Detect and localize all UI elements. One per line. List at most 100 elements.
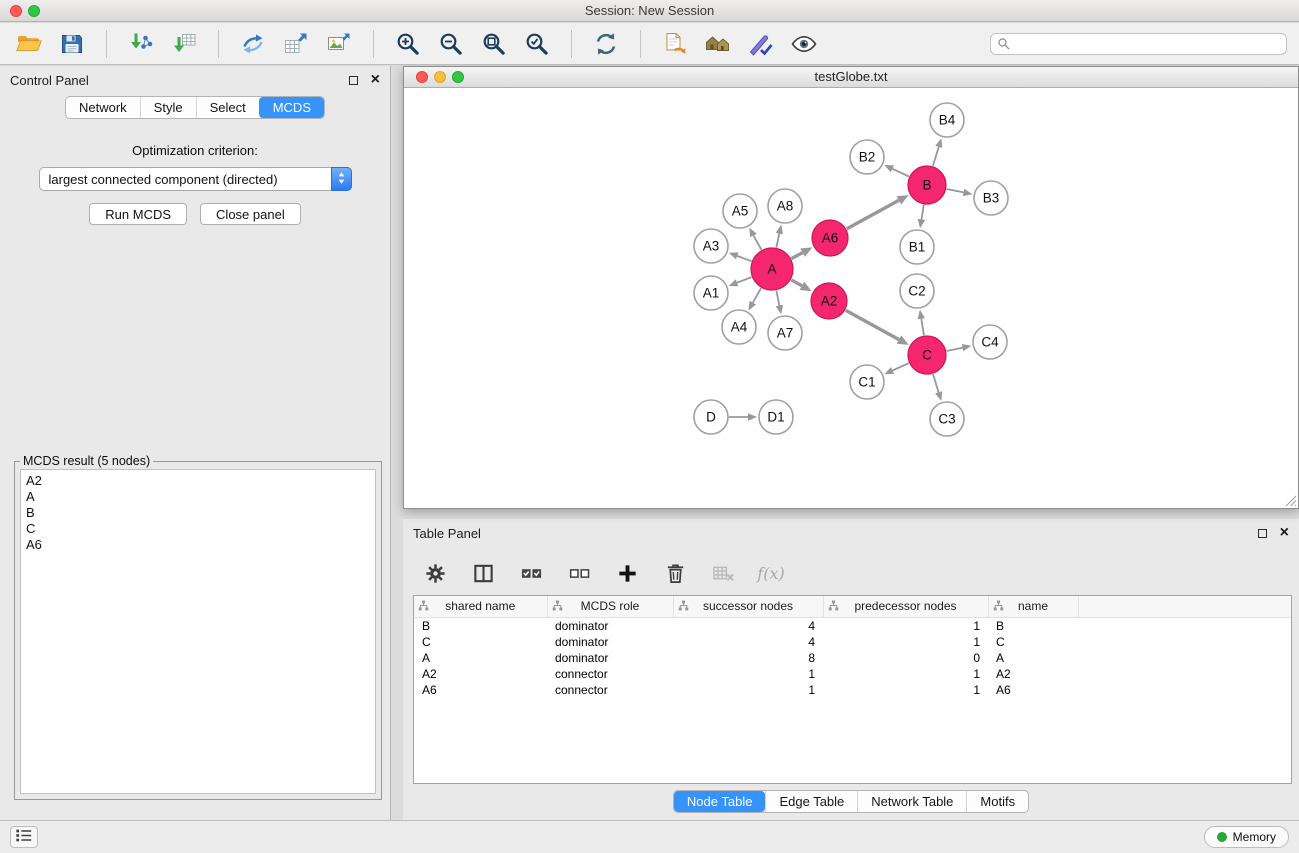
node-A4[interactable]: A4 (722, 310, 756, 344)
cell-name[interactable]: C (988, 634, 1078, 650)
search-input[interactable] (1015, 36, 1280, 51)
node-C[interactable]: C (908, 336, 946, 374)
edge-A-A5[interactable] (749, 228, 761, 250)
node-B1[interactable]: B1 (900, 230, 934, 264)
task-history-button[interactable] (10, 826, 38, 848)
tab-style[interactable]: Style (140, 97, 196, 118)
edge-B-B1[interactable] (918, 205, 925, 229)
network-window-titlebar[interactable]: testGlobe.txt (404, 67, 1298, 88)
column-header-mcds-role[interactable]: MCDS role (547, 596, 673, 617)
edge-C-C3[interactable] (933, 374, 942, 401)
edge-A-A3[interactable] (729, 252, 752, 261)
import-table-button[interactable] (167, 28, 201, 60)
node-B3[interactable]: B3 (974, 181, 1008, 215)
style-check-button[interactable] (744, 28, 778, 60)
table-row[interactable]: Bdominator41B (414, 617, 1291, 634)
network-graph[interactable]: B4B2BB3A5A8A6B1A3AC2A1A2A4A7C4CC1C3DD1 (404, 88, 1298, 508)
node-A2[interactable]: A2 (811, 283, 847, 319)
mcds-result-list[interactable]: A2ABCA6 (20, 469, 376, 794)
column-header-successor-nodes[interactable]: successor nodes (673, 596, 823, 617)
gear-button[interactable] (421, 559, 449, 587)
cell-shared-name[interactable]: B (414, 617, 547, 634)
cell-predecessor-nodes[interactable]: 1 (823, 634, 988, 650)
column-header-name[interactable]: name (988, 596, 1078, 617)
network-canvas[interactable]: B4B2BB3A5A8A6B1A3AC2A1A2A4A7C4CC1C3DD1 (404, 88, 1298, 508)
run-mcds-button[interactable]: Run MCDS (89, 203, 187, 225)
tab-select[interactable]: Select (196, 97, 259, 118)
tab-motifs[interactable]: Motifs (966, 791, 1028, 812)
node-A3[interactable]: A3 (694, 229, 728, 263)
cell-successor-nodes[interactable]: 4 (673, 634, 823, 650)
node-A8[interactable]: A8 (768, 189, 802, 223)
node-B4[interactable]: B4 (930, 103, 964, 137)
edge-B-B2[interactable] (884, 165, 909, 177)
criterion-dropdown[interactable]: largest connected component (directed) (39, 167, 352, 191)
edge-A6-B[interactable] (847, 195, 909, 229)
edge-A-A4[interactable] (748, 288, 761, 310)
node-B[interactable]: B (908, 166, 946, 204)
tab-mcds[interactable]: MCDS (259, 97, 324, 118)
result-item[interactable]: B (26, 505, 370, 521)
zoom-fit-button[interactable] (477, 28, 511, 60)
result-item[interactable]: C (26, 521, 370, 537)
node-C2[interactable]: C2 (900, 274, 934, 308)
import-network-button[interactable] (124, 28, 158, 60)
node-A5[interactable]: A5 (723, 194, 757, 228)
cell-predecessor-nodes[interactable]: 1 (823, 682, 988, 698)
edge-A2-C[interactable] (846, 310, 909, 345)
resize-grip-icon[interactable] (1285, 495, 1297, 507)
clear-selection-button[interactable] (565, 559, 593, 587)
table-row[interactable]: Adominator80A (414, 650, 1291, 666)
edge-D-D1[interactable] (729, 413, 757, 421)
eye-button[interactable] (787, 28, 821, 60)
columns-button[interactable] (469, 559, 497, 587)
edge-B-B3[interactable] (947, 189, 973, 196)
cell-shared-name[interactable]: A (414, 650, 547, 666)
edge-A-A2[interactable] (791, 280, 811, 291)
save-button[interactable] (55, 28, 89, 60)
node-D1[interactable]: D1 (759, 400, 793, 434)
add-button[interactable] (613, 559, 641, 587)
edge-C-C1[interactable] (884, 363, 909, 374)
export-image-button[interactable] (322, 28, 356, 60)
zoom-selected-button[interactable] (520, 28, 554, 60)
table-row[interactable]: Cdominator41C (414, 634, 1291, 650)
edge-A-A7[interactable] (776, 291, 783, 315)
memory-button[interactable]: Memory (1204, 826, 1289, 848)
float-table-panel-icon[interactable] (1258, 529, 1267, 538)
cell-successor-nodes[interactable]: 1 (673, 682, 823, 698)
cell-mcds-role[interactable]: dominator (547, 650, 673, 666)
edge-B-B4[interactable] (933, 138, 942, 166)
search-box[interactable] (990, 33, 1287, 55)
close-panel-icon[interactable] (371, 74, 380, 86)
float-panel-icon[interactable] (349, 76, 358, 85)
tab-network-table[interactable]: Network Table (857, 791, 966, 812)
close-table-panel-icon[interactable] (1280, 527, 1289, 539)
cell-predecessor-nodes[interactable]: 1 (823, 666, 988, 682)
close-panel-button[interactable]: Close panel (200, 203, 301, 225)
export-network-button[interactable] (236, 28, 270, 60)
cell-name[interactable]: B (988, 617, 1078, 634)
node-A1[interactable]: A1 (694, 276, 728, 310)
edge-A-A1[interactable] (729, 277, 752, 286)
zoom-out-button[interactable] (434, 28, 468, 60)
tab-network[interactable]: Network (66, 97, 140, 118)
cell-name[interactable]: A2 (988, 666, 1078, 682)
cell-name[interactable]: A6 (988, 682, 1078, 698)
node-A6[interactable]: A6 (812, 220, 848, 256)
node-A7[interactable]: A7 (768, 316, 802, 350)
open-folder-button[interactable] (12, 28, 46, 60)
result-item[interactable]: A (26, 489, 370, 505)
cell-mcds-role[interactable]: connector (547, 682, 673, 698)
tab-node-table[interactable]: Node Table (674, 791, 766, 812)
cell-shared-name[interactable]: A6 (414, 682, 547, 698)
node-C1[interactable]: C1 (850, 365, 884, 399)
cell-shared-name[interactable]: A2 (414, 666, 547, 682)
column-header-shared-name[interactable]: shared name (414, 596, 547, 617)
cell-predecessor-nodes[interactable]: 0 (823, 650, 988, 666)
cell-successor-nodes[interactable]: 4 (673, 617, 823, 634)
table-row[interactable]: A6connector11A6 (414, 682, 1291, 698)
node-B2[interactable]: B2 (850, 140, 884, 174)
node-C3[interactable]: C3 (930, 402, 964, 436)
cell-mcds-role[interactable]: connector (547, 666, 673, 682)
